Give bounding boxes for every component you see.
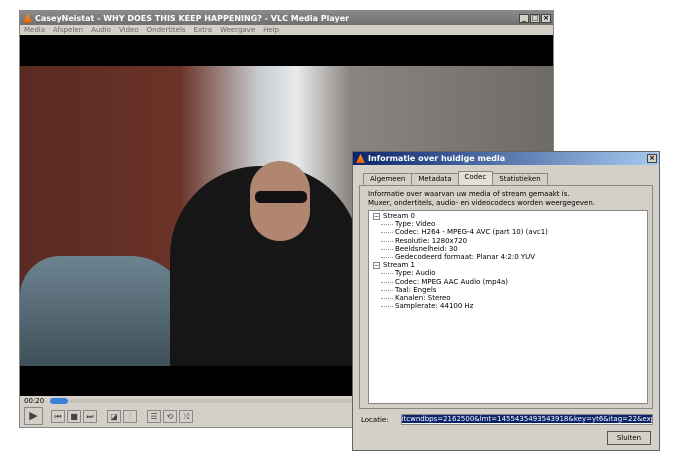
sunglasses-shape (255, 191, 307, 203)
minimize-button[interactable]: _ (519, 13, 529, 23)
playlist-button[interactable]: ☰ (147, 409, 161, 423)
title-bar: CaseyNeistat - WHY DOES THIS KEEP HAPPEN… (20, 11, 553, 25)
tree-item[interactable]: Codec: MPEG AAC Audio (mp4a) (373, 278, 647, 286)
tree-item[interactable]: Resolutie: 1280x720 (373, 237, 647, 245)
shuffle-button[interactable]: ⤨ (179, 409, 193, 423)
stream-name: Stream 1 (383, 261, 416, 270)
vlc-cone-icon (23, 13, 32, 23)
tab-codec[interactable]: Codec (457, 171, 494, 185)
tree-item[interactable]: Beeldsnelheid: 30 (373, 245, 647, 253)
stream-name: Stream 0 (383, 212, 416, 220)
fullscreen-button[interactable]: ◪ (107, 409, 121, 423)
menu-afspelen[interactable]: Afspelen (53, 26, 83, 34)
tab-algemeen[interactable]: Algemeen (363, 173, 413, 185)
media-info-dialog: Informatie over huidige media × Algemeen… (352, 151, 660, 451)
sluiten-button[interactable]: Sluiten (607, 431, 651, 445)
elapsed-time: 00:20 (24, 397, 45, 405)
collapse-icon[interactable]: − (373, 212, 380, 220)
menu-help[interactable]: Help (263, 26, 279, 34)
tree-stream-node[interactable]: − Stream 1 (373, 261, 647, 269)
tab-metadata[interactable]: Metadata (411, 173, 459, 185)
seek-handle[interactable] (50, 398, 68, 404)
tree-item[interactable]: Codec: H264 - MPEG-4 AVC (part 10) (avc1… (373, 228, 647, 236)
description: Informatie over waarvan uw media of stre… (368, 190, 595, 208)
controls: ▶ ⏮ ■ ⏭ ◪ ⫶ ☰ ⟲ ⤨ (24, 407, 193, 425)
previous-button[interactable]: ⏮ (51, 409, 65, 423)
description-line: Muxer, ondertitels, audio- en videocodec… (368, 199, 596, 207)
location-input[interactable]: itcwndbps=2162500&lmt=1455435493543918&k… (400, 414, 653, 425)
vlc-cone-icon (356, 154, 365, 163)
menu-weergave[interactable]: Weergave (220, 26, 255, 34)
tree-item[interactable]: Type: Audio (373, 269, 647, 277)
maximize-button[interactable]: □ (530, 13, 540, 23)
menu-video[interactable]: Video (119, 26, 139, 34)
stream-tree[interactable]: − Stream 0 Type: Video Codec: H264 - MPEG-4… (368, 210, 648, 404)
tree-item[interactable]: Samplerate: 44100 Hz (373, 302, 647, 310)
tab-bar: Algemeen Metadata Codec Statistieken (363, 171, 548, 185)
location-value[interactable]: itcwndbps=2162500&lmt=1455435493543918&k… (401, 415, 652, 423)
tree-item[interactable]: Gedecodeerd formaat: Planar 4:2:0 YUV (373, 253, 647, 261)
menu-bar: Media Afspelen Audio Video Ondertitels E… (20, 25, 553, 35)
extended-settings-button[interactable]: ⫶ (123, 409, 137, 423)
loop-button[interactable]: ⟲ (163, 409, 177, 423)
location-label: Locatie: (361, 415, 389, 424)
stop-button[interactable]: ■ (67, 409, 81, 423)
play-button[interactable]: ▶ (24, 407, 43, 425)
menu-extra[interactable]: Extra (194, 26, 212, 34)
collapse-icon[interactable]: − (373, 261, 380, 269)
car-shape (20, 256, 190, 366)
dialog-close-button[interactable]: × (647, 154, 657, 163)
codec-panel: Informatie over waarvan uw media of stre… (359, 185, 653, 409)
tree-stream-node[interactable]: − Stream 0 (373, 212, 647, 220)
menu-ondertitels[interactable]: Ondertitels (147, 26, 186, 34)
tab-statistieken[interactable]: Statistieken (492, 173, 548, 185)
location-row: Locatie: itcwndbps=2162500&lmt=145543549… (361, 414, 653, 425)
tree-item[interactable]: Kanalen: Stereo (373, 294, 647, 302)
tree-item[interactable]: Type: Video (373, 220, 647, 228)
menu-audio[interactable]: Audio (91, 26, 111, 34)
dialog-title: Informatie over huidige media (368, 154, 506, 163)
dialog-title-bar: Informatie over huidige media × (353, 152, 659, 165)
window-title: CaseyNeistat - WHY DOES THIS KEEP HAPPEN… (35, 13, 350, 23)
tree-item[interactable]: Taal: Engels (373, 286, 647, 294)
next-button[interactable]: ⏭ (83, 409, 97, 423)
description-line: Informatie over waarvan uw media of stre… (368, 190, 570, 198)
menu-media[interactable]: Media (24, 26, 45, 34)
close-button[interactable]: × (541, 13, 551, 23)
